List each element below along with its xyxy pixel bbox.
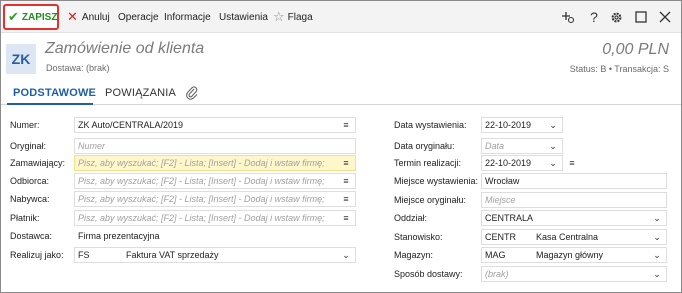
- add-shortcut-icon[interactable]: [557, 1, 579, 33]
- platnik-placeholder: Pisz, aby wyszukać; [F2] - Lista; [Inser…: [78, 213, 325, 223]
- active-tab-indicator: [7, 103, 93, 105]
- oryginal-input[interactable]: Numer: [74, 138, 356, 154]
- termin-realizacji-label: Termin realizacji:: [394, 158, 462, 168]
- stanowisko-code: CENTR: [485, 232, 516, 242]
- chevron-down-icon[interactable]: ⌄: [651, 267, 663, 281]
- chevron-down-icon[interactable]: ⌄: [651, 248, 663, 262]
- close-icon[interactable]: [654, 1, 676, 33]
- menu-lines-icon[interactable]: ≡: [340, 192, 352, 206]
- information-menu[interactable]: Informacje: [164, 1, 211, 33]
- nabywca-placeholder: Pisz, aby wyszukać; [F2] - Lista; [Inser…: [78, 194, 325, 204]
- oddzial-label: Oddział:: [394, 213, 428, 223]
- chevron-down-icon[interactable]: ⌄: [651, 211, 663, 225]
- oryginal-label: Oryginał:: [10, 141, 47, 151]
- nabywca-label: Nabywca:: [10, 194, 50, 204]
- miejsce-wystawienia-input[interactable]: Wrocław: [481, 173, 667, 189]
- numer-label: Numer:: [10, 120, 40, 130]
- tab-powiazania[interactable]: POWIĄZANIA: [105, 87, 176, 99]
- save-label: ZAPISZ: [21, 11, 58, 23]
- star-icon: ☆: [273, 9, 285, 24]
- close-x-icon: ✕: [67, 9, 78, 24]
- toolbar: ✔ ZAPISZ ✕ Anuluj Operacje Informacje Us…: [1, 1, 681, 33]
- chevron-down-icon[interactable]: ⌄: [340, 248, 352, 262]
- odbiorca-placeholder: Pisz, aby wyszukać; [F2] - Lista; [Inser…: [78, 176, 325, 186]
- data-wystawienia-label: Data wystawienia:: [394, 120, 467, 130]
- numer-value: ZK Auto/CENTRALA/2019: [78, 120, 184, 130]
- realizuj-select[interactable]: FS Faktura VAT sprzedaży ⌄: [74, 247, 356, 263]
- menu-lines-icon[interactable]: ≡: [340, 174, 352, 188]
- chevron-down-icon[interactable]: ⌄: [547, 139, 559, 153]
- sposob-dostawy-select[interactable]: (brak) ⌄: [481, 266, 667, 282]
- miejsce-wystawienia-label: Miejsce wystawienia:: [394, 176, 479, 186]
- odbiorca-label: Odbiorca:: [10, 176, 50, 186]
- chevron-down-icon[interactable]: ⌄: [547, 156, 559, 170]
- magazyn-name: Magazyn główny: [536, 250, 604, 260]
- realizuj-name: Faktura VAT sprzedaży: [126, 250, 219, 260]
- menu-lines-icon[interactable]: ≡: [340, 156, 352, 170]
- zamawiajacy-label: Zamawiający:: [10, 158, 66, 168]
- stanowisko-name: Kasa Centralna: [536, 232, 599, 242]
- data-oryginalu-label: Data oryginału:: [394, 141, 455, 151]
- checkmark-icon: ✔: [8, 9, 19, 24]
- cancel-label: Anuluj: [81, 11, 110, 23]
- menu-lines-icon[interactable]: ≡: [340, 118, 352, 132]
- numer-field[interactable]: ZK Auto/CENTRALA/2019 ≡: [74, 117, 356, 133]
- save-button[interactable]: ✔ ZAPISZ: [3, 4, 59, 30]
- termin-realizacji-field[interactable]: 22-10-2019 ⌄: [481, 155, 563, 171]
- tab-bar: PODSTAWOWE POWIĄZANIA: [1, 83, 681, 105]
- magazyn-label: Magazyn:: [394, 250, 434, 260]
- miejsce-oryginalu-input[interactable]: Miejsce: [481, 192, 667, 208]
- sposob-dostawy-placeholder: (brak): [485, 269, 509, 279]
- chevron-down-icon[interactable]: ⌄: [651, 230, 663, 244]
- settings-menu[interactable]: Ustawienia: [219, 1, 268, 33]
- magazyn-code: MAG: [485, 250, 506, 260]
- miejsce-oryginalu-label: Miejsce oryginału:: [394, 195, 467, 205]
- data-oryginalu-field[interactable]: Data ⌄: [481, 138, 563, 154]
- oddzial-value: CENTRALA: [485, 213, 534, 223]
- oddzial-select[interactable]: CENTRALA ⌄: [481, 210, 667, 226]
- document-amount: 0,00 PLN: [602, 41, 669, 58]
- nabywca-input[interactable]: Pisz, aby wyszukać; [F2] - Lista; [Inser…: [74, 191, 356, 207]
- menu-lines-icon[interactable]: ≡: [340, 211, 352, 225]
- help-icon[interactable]: ?: [583, 1, 605, 33]
- gear-icon[interactable]: [605, 1, 627, 33]
- realizuj-code: FS: [78, 250, 90, 260]
- realizuj-label: Realizuj jako:: [10, 250, 64, 260]
- stanowisko-label: Stanowisko:: [394, 232, 443, 242]
- termin-realizacji-value: 22-10-2019: [485, 158, 532, 168]
- odbiorca-input[interactable]: Pisz, aby wyszukać; [F2] - Lista; [Inser…: [74, 173, 356, 189]
- operations-menu[interactable]: Operacje: [118, 1, 159, 33]
- flag-label: Flaga: [287, 11, 313, 23]
- menu-lines-icon[interactable]: ≡: [566, 156, 578, 170]
- platnik-input[interactable]: Pisz, aby wyszukać; [F2] - Lista; [Inser…: [74, 210, 356, 226]
- document-header: ZK Zamówienie od klienta Dostawa: (brak)…: [1, 34, 681, 82]
- dostawca-label: Dostawca:: [10, 231, 53, 241]
- delivery-subtitle: Dostawa: (brak): [46, 63, 110, 73]
- stanowisko-select[interactable]: CENTR Kasa Centralna ⌄: [481, 229, 667, 245]
- dostawca-value: Firma prezentacyjna: [74, 228, 356, 244]
- cancel-button[interactable]: ✕ Anuluj: [67, 1, 110, 33]
- status-badge: Status: B • Transakcja: S: [569, 64, 669, 74]
- data-oryginalu-placeholder: Data: [485, 141, 505, 151]
- maximize-icon[interactable]: [630, 1, 652, 33]
- document-type-badge: ZK: [6, 44, 36, 74]
- platnik-label: Płatnik:: [10, 213, 40, 223]
- tab-podstawowe[interactable]: PODSTAWOWE: [13, 87, 96, 99]
- zamawiajacy-placeholder: Pisz, aby wyszukać; [F2] - Lista; [Inser…: [78, 158, 325, 168]
- chevron-down-icon[interactable]: ⌄: [547, 118, 559, 132]
- sposob-dostawy-label: Sposób dostawy:: [394, 269, 463, 279]
- order-window: ✔ ZAPISZ ✕ Anuluj Operacje Informacje Us…: [0, 0, 682, 293]
- data-wystawienia-value: 22-10-2019: [485, 120, 532, 130]
- zamawiajacy-input[interactable]: Pisz, aby wyszukać; [F2] - Lista; [Inser…: [74, 155, 356, 171]
- magazyn-select[interactable]: MAG Magazyn główny ⌄: [481, 247, 667, 263]
- page-title: Zamówienie od klienta: [45, 40, 205, 57]
- paperclip-icon[interactable]: [186, 86, 198, 103]
- flag-button[interactable]: ☆ Flaga: [273, 1, 313, 33]
- data-wystawienia-field[interactable]: 22-10-2019 ⌄: [481, 117, 563, 133]
